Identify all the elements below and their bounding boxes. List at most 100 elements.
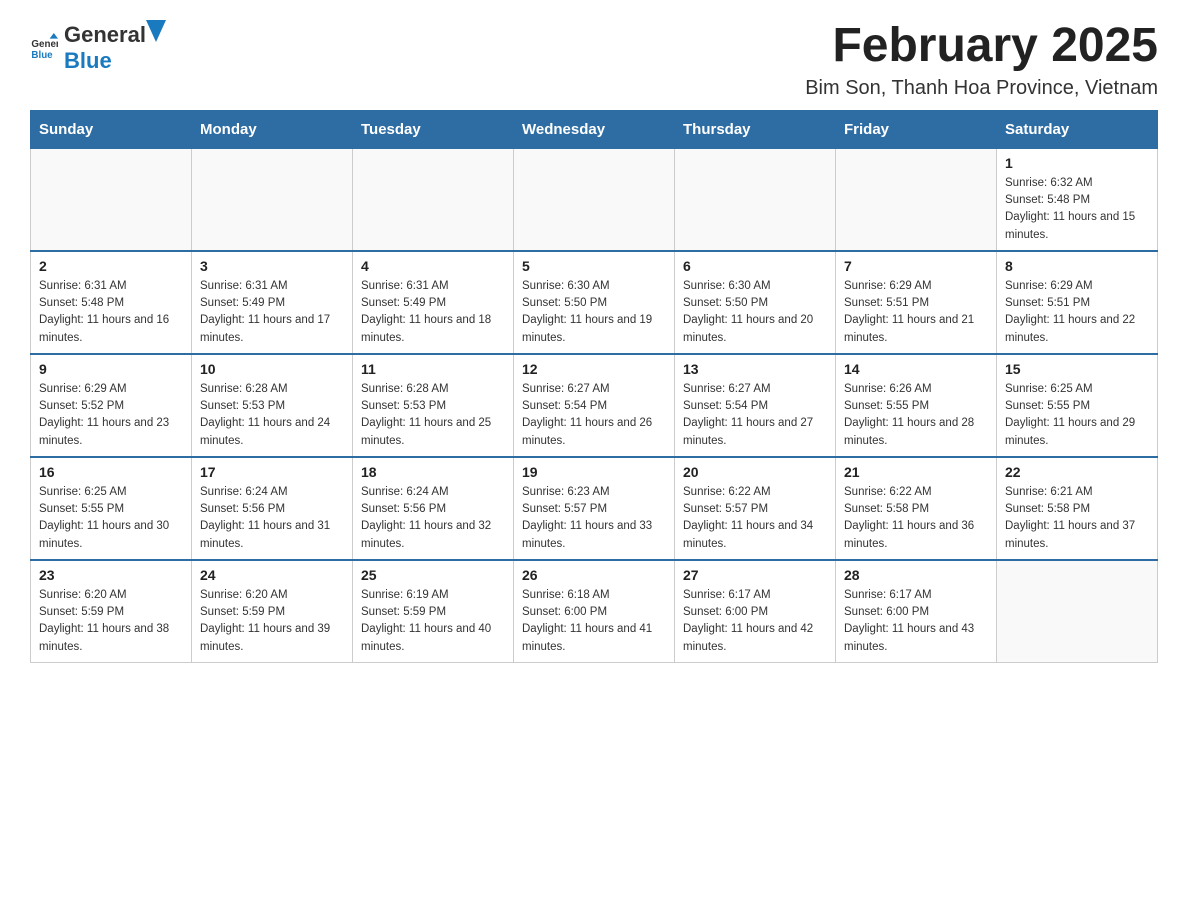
day-number: 12	[522, 361, 666, 377]
title-block: February 2025 Bim Son, Thanh Hoa Provinc…	[805, 20, 1158, 100]
weekday-header-tuesday: Tuesday	[353, 110, 514, 148]
day-number: 18	[361, 464, 505, 480]
calendar-cell: 8Sunrise: 6:29 AMSunset: 5:51 PMDaylight…	[997, 251, 1158, 354]
calendar-cell: 19Sunrise: 6:23 AMSunset: 5:57 PMDayligh…	[514, 457, 675, 560]
day-info: Sunrise: 6:29 AMSunset: 5:52 PMDaylight:…	[39, 381, 183, 450]
day-info: Sunrise: 6:27 AMSunset: 5:54 PMDaylight:…	[683, 381, 827, 450]
calendar-cell: 2Sunrise: 6:31 AMSunset: 5:48 PMDaylight…	[31, 251, 192, 354]
calendar-cell: 20 Sunrise: 6:22 AMSunset: 5:57 PMDayligh…	[675, 457, 836, 560]
day-number: 28	[844, 567, 988, 583]
calendar-cell	[192, 148, 353, 251]
page-title: February 2025	[805, 20, 1158, 73]
calendar-cell: 25 Sunrise: 6:19 AMSunset: 5:59 PMDayligh…	[353, 560, 514, 663]
weekday-header-wednesday: Wednesday	[514, 110, 675, 148]
calendar-cell: 17Sunrise: 6:24 AMSunset: 5:56 PMDayligh…	[192, 457, 353, 560]
svg-text:General: General	[31, 39, 58, 50]
logo: General Blue General Blue	[30, 20, 166, 74]
weekday-header-row: SundayMondayTuesdayWednesdayThursdayFrid…	[31, 110, 1158, 148]
day-number: 19	[522, 464, 666, 480]
calendar-cell	[31, 148, 192, 251]
weekday-header-friday: Friday	[836, 110, 997, 148]
day-number: 20	[683, 464, 827, 480]
day-number: 26	[522, 567, 666, 583]
day-number: 16	[39, 464, 183, 480]
day-number: 4	[361, 258, 505, 274]
day-info: Sunrise: 6:30 AMSunset: 5:50 PMDaylight:…	[522, 278, 666, 347]
day-info: Sunrise: 6:17 AMSunset: 6:00 PMDaylight:…	[683, 587, 827, 656]
day-number: 9	[39, 361, 183, 377]
calendar-header: SundayMondayTuesdayWednesdayThursdayFrid…	[31, 110, 1158, 148]
day-info: Sunrise: 6:22 AMSunset: 5:58 PMDaylight:…	[844, 484, 988, 553]
calendar-cell: 9 Sunrise: 6:29 AMSunset: 5:52 PMDaylight…	[31, 354, 192, 457]
day-info: Sunrise: 6:17 AMSunset: 6:00 PMDaylight:…	[844, 587, 988, 656]
day-info: Sunrise: 6:25 AMSunset: 5:55 PMDaylight:…	[39, 484, 183, 553]
calendar-week-5: 23 Sunrise: 6:20 AMSunset: 5:59 PMDayligh…	[31, 560, 1158, 663]
calendar-week-4: 16 Sunrise: 6:25 AMSunset: 5:55 PMDayligh…	[31, 457, 1158, 560]
calendar-cell	[675, 148, 836, 251]
day-info: Sunrise: 6:27 AMSunset: 5:54 PMDaylight:…	[522, 381, 666, 450]
calendar-cell: 4 Sunrise: 6:31 AMSunset: 5:49 PMDaylight…	[353, 251, 514, 354]
calendar-cell: 21 Sunrise: 6:22 AMSunset: 5:58 PMDayligh…	[836, 457, 997, 560]
calendar-table: SundayMondayTuesdayWednesdayThursdayFrid…	[30, 110, 1158, 663]
calendar-week-3: 9 Sunrise: 6:29 AMSunset: 5:52 PMDaylight…	[31, 354, 1158, 457]
weekday-header-saturday: Saturday	[997, 110, 1158, 148]
weekday-header-sunday: Sunday	[31, 110, 192, 148]
calendar-cell: 26 Sunrise: 6:18 AMSunset: 6:00 PMDayligh…	[514, 560, 675, 663]
calendar-cell: 16 Sunrise: 6:25 AMSunset: 5:55 PMDayligh…	[31, 457, 192, 560]
calendar-cell: 14 Sunrise: 6:26 AMSunset: 5:55 PMDayligh…	[836, 354, 997, 457]
calendar-cell: 18 Sunrise: 6:24 AMSunset: 5:56 PMDayligh…	[353, 457, 514, 560]
day-number: 7	[844, 258, 988, 274]
day-info: Sunrise: 6:26 AMSunset: 5:55 PMDaylight:…	[844, 381, 988, 450]
day-info: Sunrise: 6:20 AMSunset: 5:59 PMDaylight:…	[200, 587, 344, 656]
calendar-cell: 11 Sunrise: 6:28 AMSunset: 5:53 PMDayligh…	[353, 354, 514, 457]
day-info: Sunrise: 6:25 AMSunset: 5:55 PMDaylight:…	[1005, 381, 1149, 450]
day-number: 10	[200, 361, 344, 377]
logo-blue-text: Blue	[64, 48, 112, 73]
svg-text:Blue: Blue	[31, 50, 53, 61]
calendar-cell: 10 Sunrise: 6:28 AMSunset: 5:53 PMDayligh…	[192, 354, 353, 457]
day-info: Sunrise: 6:28 AMSunset: 5:53 PMDaylight:…	[200, 381, 344, 450]
day-info: Sunrise: 6:30 AMSunset: 5:50 PMDaylight:…	[683, 278, 827, 347]
calendar-body: 1 Sunrise: 6:32 AMSunset: 5:48 PMDaylight…	[31, 148, 1158, 662]
day-info: Sunrise: 6:20 AMSunset: 5:59 PMDaylight:…	[39, 587, 183, 656]
day-number: 13	[683, 361, 827, 377]
calendar-cell: 15 Sunrise: 6:25 AMSunset: 5:55 PMDayligh…	[997, 354, 1158, 457]
calendar-week-1: 1 Sunrise: 6:32 AMSunset: 5:48 PMDaylight…	[31, 148, 1158, 251]
calendar-cell: 13 Sunrise: 6:27 AMSunset: 5:54 PMDayligh…	[675, 354, 836, 457]
day-number: 6	[683, 258, 827, 274]
day-number: 21	[844, 464, 988, 480]
calendar-cell: 1 Sunrise: 6:32 AMSunset: 5:48 PMDaylight…	[997, 148, 1158, 251]
day-number: 5	[522, 258, 666, 274]
day-number: 15	[1005, 361, 1149, 377]
calendar-cell: 28 Sunrise: 6:17 AMSunset: 6:00 PMDayligh…	[836, 560, 997, 663]
calendar-cell: 23 Sunrise: 6:20 AMSunset: 5:59 PMDayligh…	[31, 560, 192, 663]
day-info: Sunrise: 6:24 AMSunset: 5:56 PMDaylight:…	[361, 484, 505, 553]
day-info: Sunrise: 6:31 AMSunset: 5:48 PMDaylight:…	[39, 278, 183, 347]
logo-icon: General Blue	[30, 33, 58, 61]
day-number: 14	[844, 361, 988, 377]
page-header: General Blue General Blue February 2025 …	[30, 20, 1158, 100]
calendar-cell: 22Sunrise: 6:21 AMSunset: 5:58 PMDayligh…	[997, 457, 1158, 560]
day-info: Sunrise: 6:32 AMSunset: 5:48 PMDaylight:…	[1005, 175, 1149, 244]
calendar-week-2: 2Sunrise: 6:31 AMSunset: 5:48 PMDaylight…	[31, 251, 1158, 354]
day-number: 23	[39, 567, 183, 583]
weekday-header-thursday: Thursday	[675, 110, 836, 148]
day-info: Sunrise: 6:19 AMSunset: 5:59 PMDaylight:…	[361, 587, 505, 656]
weekday-header-monday: Monday	[192, 110, 353, 148]
day-number: 24	[200, 567, 344, 583]
day-number: 1	[1005, 155, 1149, 171]
day-number: 22	[1005, 464, 1149, 480]
day-info: Sunrise: 6:31 AMSunset: 5:49 PMDaylight:…	[361, 278, 505, 347]
calendar-cell	[997, 560, 1158, 663]
day-number: 8	[1005, 258, 1149, 274]
calendar-cell: 6 Sunrise: 6:30 AMSunset: 5:50 PMDaylight…	[675, 251, 836, 354]
logo-triangle-icon	[146, 20, 166, 42]
day-info: Sunrise: 6:18 AMSunset: 6:00 PMDaylight:…	[522, 587, 666, 656]
page-subtitle: Bim Son, Thanh Hoa Province, Vietnam	[805, 77, 1158, 100]
logo-general-text: General	[64, 22, 146, 48]
day-number: 25	[361, 567, 505, 583]
day-number: 11	[361, 361, 505, 377]
day-info: Sunrise: 6:28 AMSunset: 5:53 PMDaylight:…	[361, 381, 505, 450]
calendar-cell: 3Sunrise: 6:31 AMSunset: 5:49 PMDaylight…	[192, 251, 353, 354]
day-info: Sunrise: 6:22 AMSunset: 5:57 PMDaylight:…	[683, 484, 827, 553]
